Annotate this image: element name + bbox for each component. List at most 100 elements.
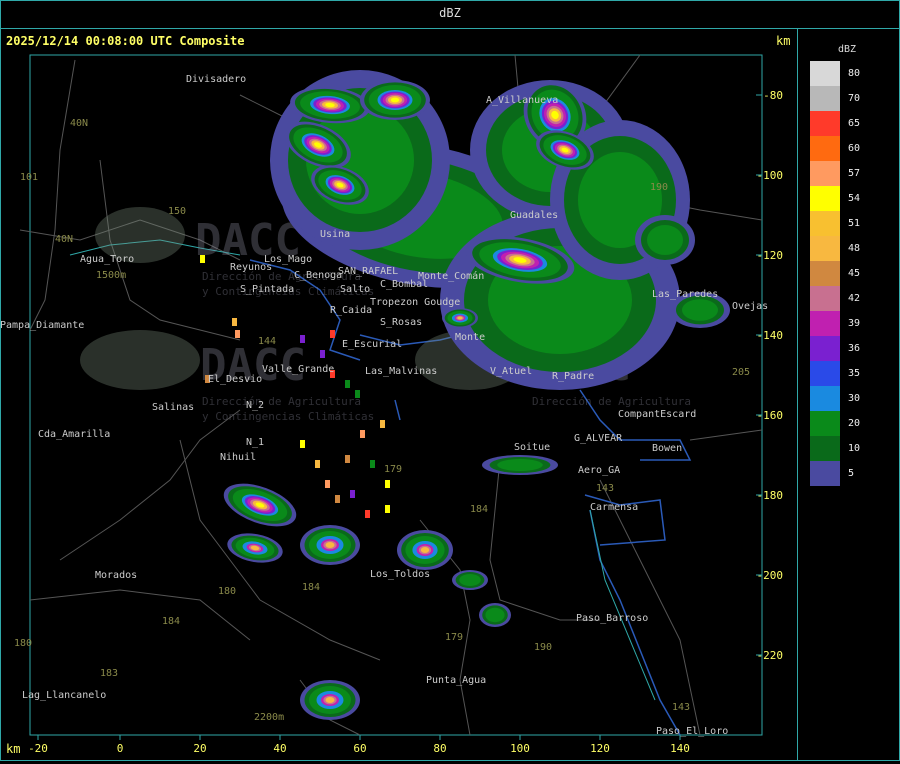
echo-cell: [647, 225, 683, 255]
legend-label: 42: [848, 293, 861, 304]
road-number-label: 184: [162, 616, 180, 627]
road-number-label: 101: [20, 172, 38, 183]
echo-speck: [380, 420, 385, 428]
echo-cell: [457, 316, 463, 320]
legend-entry: 20: [810, 411, 870, 436]
legend-label: 5: [848, 468, 855, 479]
radar-map[interactable]: DACC Dirección de Agricultura y Continge…: [0, 29, 797, 760]
legend-entry: 80: [810, 61, 870, 86]
legend-label: 20: [848, 418, 861, 429]
road-number-label: 180: [218, 586, 236, 597]
place-label: Nihuil: [220, 452, 256, 463]
place-label: Paso_Barroso: [576, 613, 648, 624]
echo-speck: [300, 440, 305, 448]
svg-text:Dirección de Agricultura: Dirección de Agricultura: [202, 395, 361, 408]
echo-speck: [232, 318, 237, 326]
svg-text:y Contingencias Climáticas: y Contingencias Climáticas: [202, 410, 374, 423]
echo-speck: [355, 390, 360, 398]
legend-entry: 30: [810, 386, 870, 411]
road-number-label: 179: [445, 632, 463, 643]
place-label: Monte: [455, 332, 485, 343]
echo-speck: [330, 330, 335, 338]
place-label: Monte_Comán: [418, 270, 484, 282]
place-label: Las_Paredes: [652, 289, 718, 300]
road-number-label: 179: [384, 464, 402, 475]
legend-swatch: [810, 111, 840, 136]
legend-label: 80: [848, 68, 861, 79]
legend-entry: 35: [810, 361, 870, 386]
echo-speck: [315, 460, 320, 468]
place-label: N_2: [246, 400, 264, 411]
legend-swatch: [810, 211, 840, 236]
road-number-label: 180: [14, 638, 32, 649]
legend-swatch: [810, 436, 840, 461]
place-label: E_Escurial: [342, 339, 402, 350]
place-label: Agua_Toro: [80, 254, 134, 265]
legend-swatch: [810, 136, 840, 161]
place-label: V_Atuel: [490, 366, 532, 377]
legend-label: 51: [848, 218, 861, 229]
radar-map-panel[interactable]: DACC Dirección de Agricultura y Continge…: [0, 29, 798, 760]
place-label: N_1: [246, 437, 264, 448]
x-tick-label: 40: [273, 742, 286, 755]
x-tick-label: 80: [433, 742, 446, 755]
legend-swatch: [810, 261, 840, 286]
x-tick-label: 140: [670, 742, 690, 755]
place-label: Punta_Agua: [426, 675, 486, 686]
echo-speck: [335, 495, 340, 503]
place-label: R_Caida: [330, 305, 372, 316]
echo-speck: [385, 505, 390, 513]
legend-entry: 39: [810, 311, 870, 336]
y-tick-label: -80: [763, 89, 783, 102]
legend-swatch: [810, 161, 840, 186]
x-tick-label: 100: [510, 742, 530, 755]
legend-swatch: [810, 186, 840, 211]
legend-label: 70: [848, 93, 861, 104]
road-number-label: 205: [732, 367, 750, 378]
legend-entry: 60: [810, 136, 870, 161]
place-label: Bowen: [652, 443, 682, 454]
echo-speck: [345, 455, 350, 463]
place-label: Pampa_Diamante: [0, 320, 84, 331]
echo-cell: [497, 459, 543, 471]
echo-speck: [350, 490, 355, 498]
legend-entry: 48: [810, 236, 870, 261]
echo-cell: [325, 697, 335, 703]
legend-label: 54: [848, 193, 861, 204]
echo-speck: [320, 350, 325, 358]
legend-entry: 54: [810, 186, 870, 211]
legend-entry: 65: [810, 111, 870, 136]
echo-speck: [385, 480, 390, 488]
echo-cell: [390, 97, 400, 103]
timestamp-label: 2025/12/14 00:08:00 UTC Composite: [6, 34, 245, 48]
echo-speck: [325, 480, 330, 488]
place-label: Divisadero: [186, 74, 246, 85]
legend-label: 30: [848, 393, 861, 404]
legend-entry: 36: [810, 336, 870, 361]
legend-label: 65: [848, 118, 861, 129]
legend-swatch: [810, 236, 840, 261]
legend-swatch: [810, 411, 840, 436]
echo-cell: [682, 299, 718, 321]
legend-swatch: [810, 311, 840, 336]
legend-label: 35: [848, 368, 861, 379]
echo-speck: [370, 460, 375, 468]
place-label: Guadales: [510, 210, 558, 221]
place-label: R_Padre: [552, 371, 594, 382]
road-number-label: 143: [672, 702, 690, 713]
legend-label: 39: [848, 318, 861, 329]
place-label: C_Benoga: [294, 270, 342, 281]
place-label: Tropezon Goudge: [370, 297, 460, 308]
echo-cell: [325, 542, 335, 548]
elevation-label: 1500m: [96, 270, 126, 281]
place-label: Morados: [95, 570, 137, 581]
legend-title: dBZ: [838, 44, 857, 55]
echo-cell: [420, 547, 430, 553]
place-label: G_ALVEAR: [574, 433, 623, 444]
place-label: Salinas: [152, 402, 194, 413]
echo-speck: [200, 255, 205, 263]
road-number-label: 40N: [70, 118, 88, 129]
place-label: CompantEscard: [618, 409, 696, 420]
legend-label: 45: [848, 268, 861, 279]
echo-speck: [360, 430, 365, 438]
